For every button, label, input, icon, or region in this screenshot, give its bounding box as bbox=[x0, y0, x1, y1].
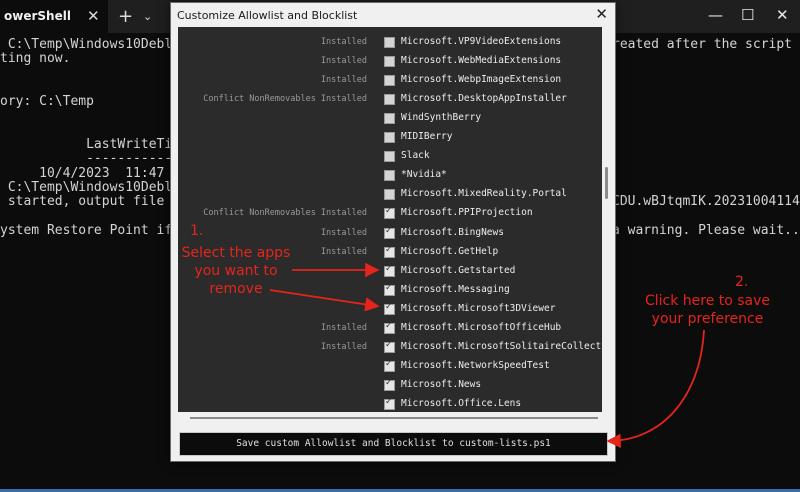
arrow-to-3dviewer bbox=[269, 289, 380, 312]
arrow-to-save-button bbox=[606, 329, 705, 448]
annotation-arrows bbox=[269, 262, 705, 448]
